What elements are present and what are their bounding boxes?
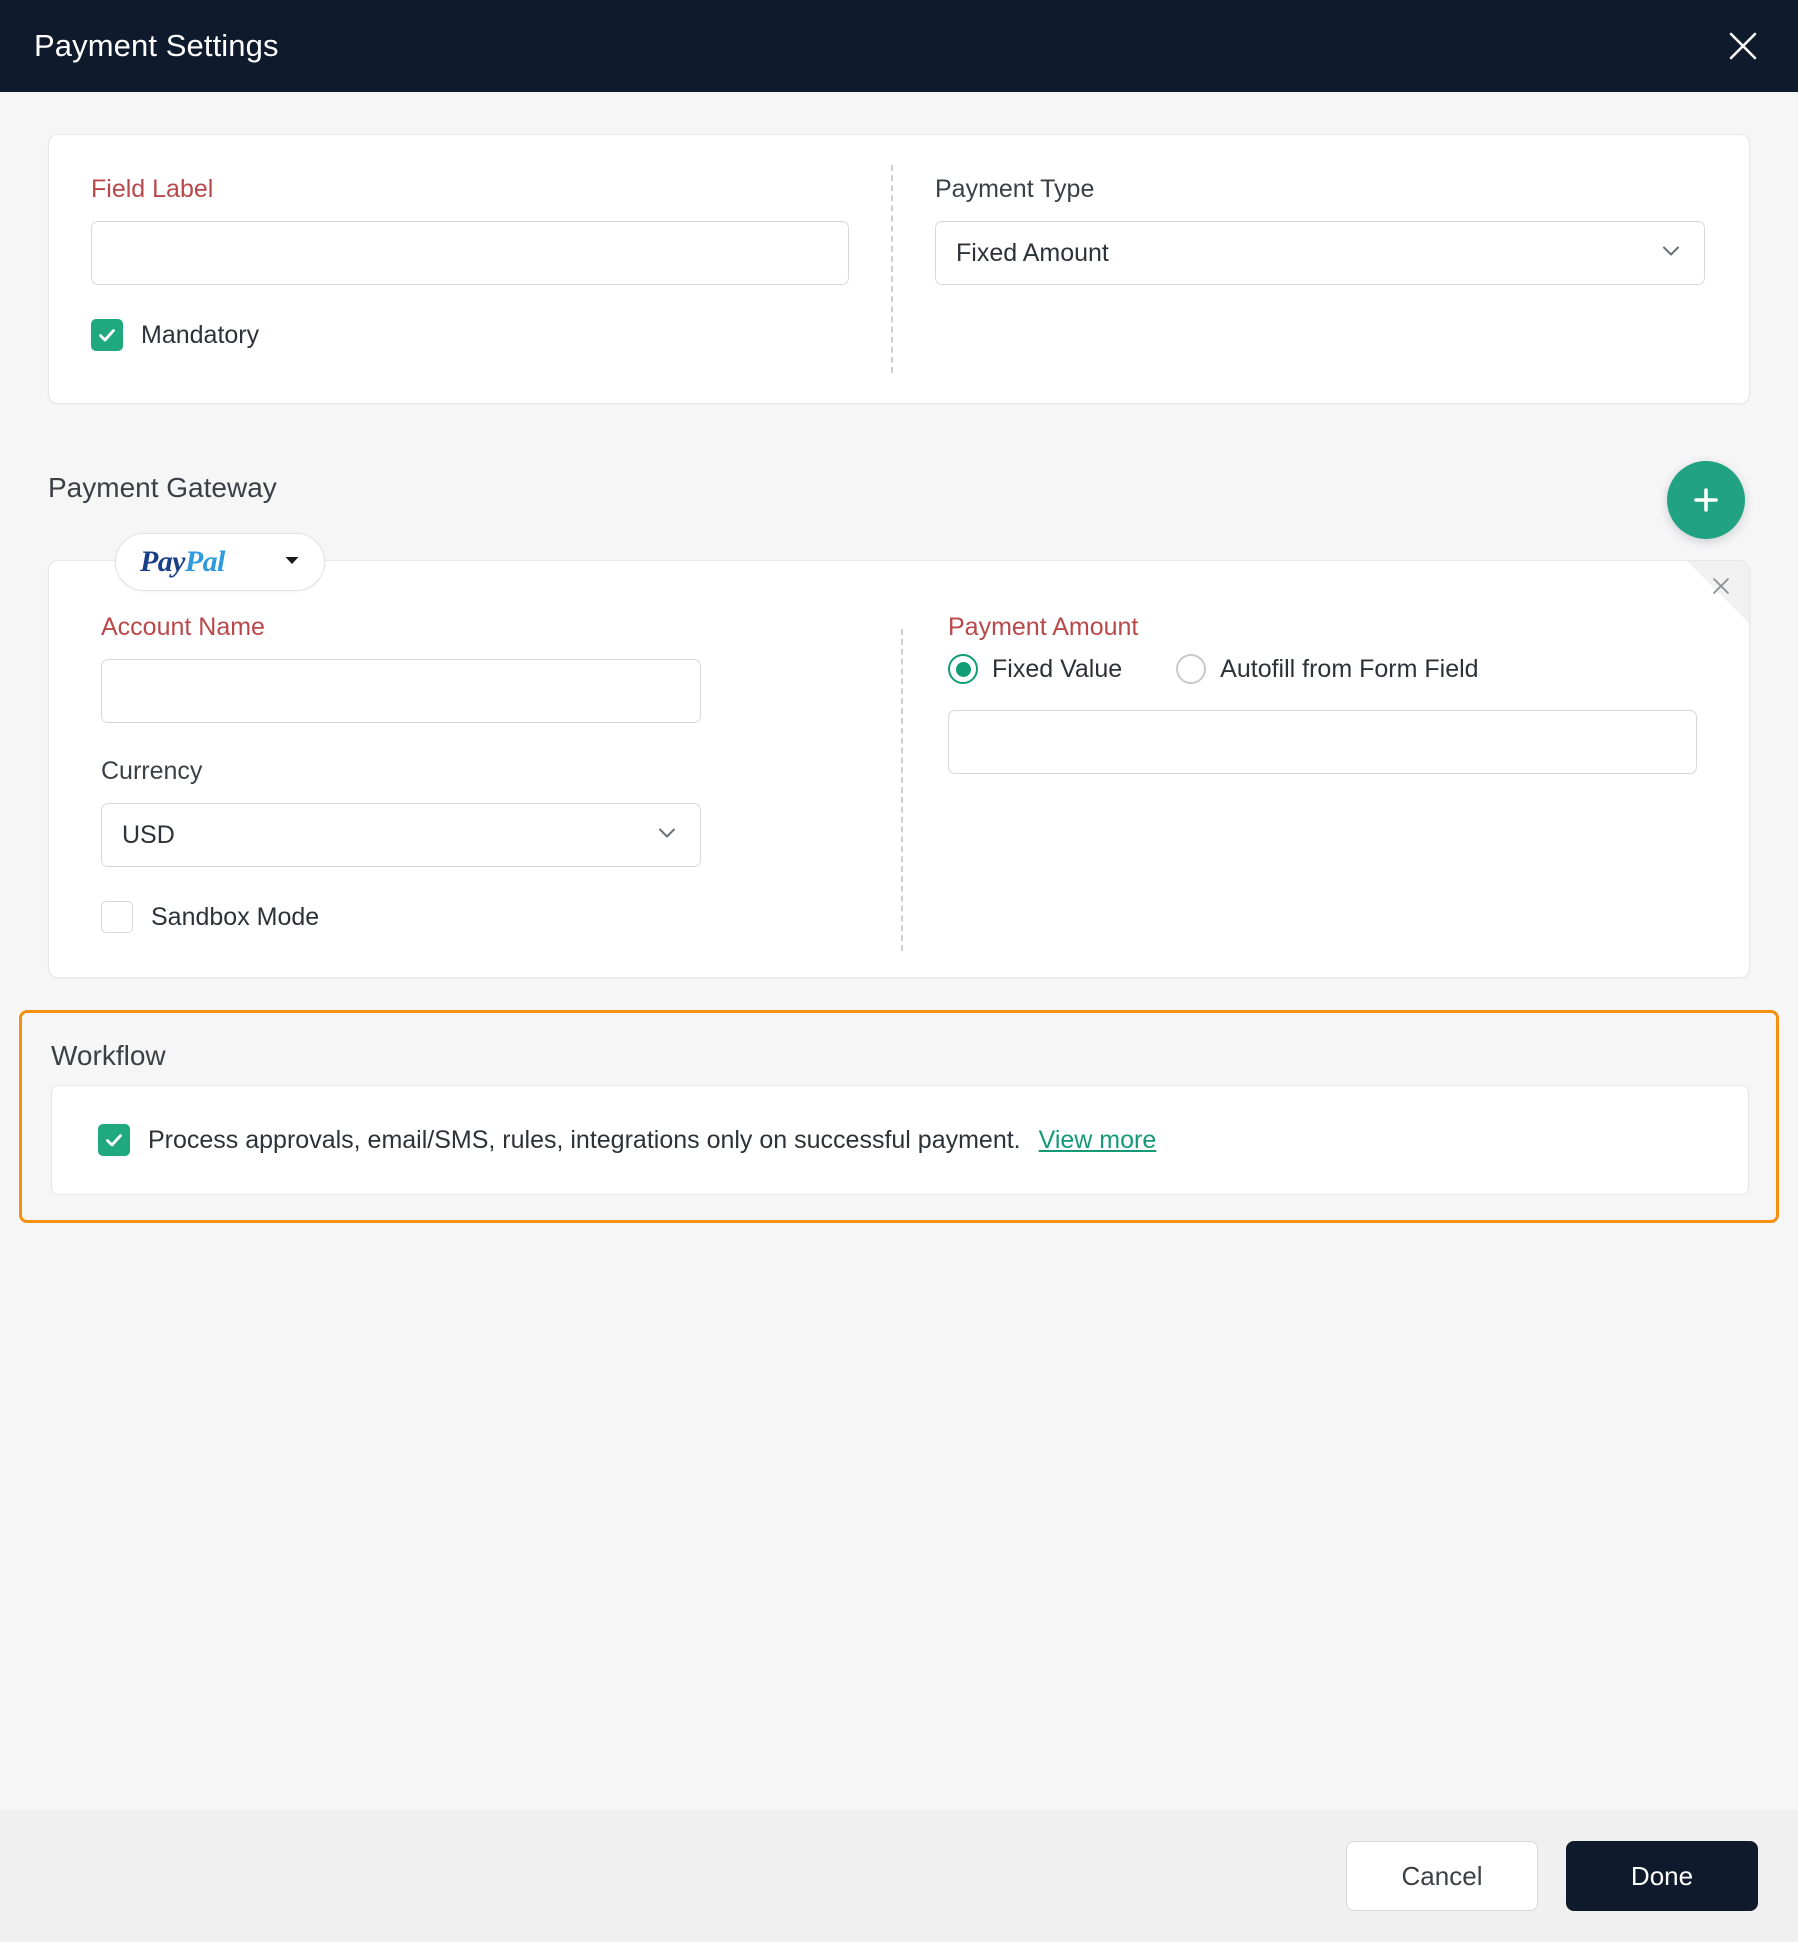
mandatory-label: Mandatory — [141, 320, 260, 349]
sandbox-mode-checkbox[interactable] — [101, 901, 133, 933]
radio-autofill-from-form-field[interactable] — [1176, 654, 1207, 684]
cancel-button[interactable]: Cancel — [1346, 1841, 1538, 1911]
workflow-view-more-link[interactable]: View more — [1039, 1126, 1157, 1155]
account-name-label: Account Name — [101, 613, 265, 641]
mandatory-checkbox-row[interactable]: Mandatory — [91, 319, 891, 351]
radio-autofill-label[interactable]: Autofill from Form Field — [1220, 655, 1478, 684]
paypal-logo-pal: Pal — [184, 545, 225, 578]
payment-amount-label: Payment Amount — [948, 613, 1139, 641]
paypal-logo-pay: Pay — [140, 545, 185, 578]
workflow-title: Workflow — [51, 1040, 166, 1071]
gateway-card-body: Account Name Currency USD Sandbox Mode P… — [49, 561, 1749, 977]
add-gateway-button[interactable] — [1667, 461, 1745, 539]
payment-type-value: Fixed Amount — [956, 238, 1109, 267]
paypal-logo: PayPal — [140, 545, 225, 579]
done-button[interactable]: Done — [1566, 1841, 1758, 1911]
radio-fixed-value[interactable] — [948, 654, 978, 684]
currency-label: Currency — [101, 757, 203, 785]
payment-type-column: Payment Type Fixed Amount — [893, 135, 1749, 403]
close-icon[interactable] — [1716, 19, 1770, 73]
page-title: Payment Settings — [34, 28, 279, 63]
currency-value: USD — [122, 820, 175, 849]
account-name-input[interactable] — [101, 659, 701, 723]
field-label-column: Field Label Mandatory — [49, 135, 891, 403]
dialog-footer: Cancel Done — [0, 1810, 1798, 1942]
dialog-titlebar: Payment Settings — [0, 0, 1798, 92]
chevron-down-icon — [654, 820, 680, 851]
payment-settings-dialog: Payment Settings Field Label Mandatory P… — [0, 0, 1798, 1942]
field-label-input[interactable] — [91, 221, 849, 285]
remove-gateway-icon[interactable] — [1707, 572, 1735, 600]
workflow-checkbox[interactable] — [98, 1124, 130, 1156]
gateway-right-column: Payment Amount Fixed Value Autofill from… — [903, 613, 1749, 977]
field-settings-card: Field Label Mandatory Payment Type Fixed… — [48, 134, 1750, 404]
payment-type-select[interactable]: Fixed Amount — [935, 221, 1705, 285]
payment-type-label: Payment Type — [935, 175, 1095, 203]
paypal-gateway-card: PayPal Account Name Currency USD Sandbox… — [48, 533, 1750, 978]
radio-fixed-value-label[interactable]: Fixed Value — [992, 655, 1122, 684]
sandbox-mode-label: Sandbox Mode — [151, 902, 320, 931]
payment-amount-radio-group: Fixed Value Autofill from Form Field — [948, 654, 1697, 684]
mandatory-checkbox[interactable] — [91, 319, 123, 351]
caret-down-icon — [282, 550, 302, 575]
workflow-section: Workflow Process approvals, email/SMS, r… — [19, 1010, 1779, 1223]
paypal-gateway-tab[interactable]: PayPal — [115, 533, 325, 591]
chevron-down-icon — [1658, 238, 1684, 269]
currency-select[interactable]: USD — [101, 803, 701, 867]
workflow-checkbox-text: Process approvals, email/SMS, rules, int… — [148, 1125, 1021, 1154]
sandbox-mode-checkbox-row[interactable]: Sandbox Mode — [101, 901, 901, 933]
dialog-body: Field Label Mandatory Payment Type Fixed… — [0, 92, 1798, 1810]
payment-gateway-heading: Payment Gateway — [48, 472, 277, 503]
gateway-left-column: Account Name Currency USD Sandbox Mode — [49, 613, 901, 977]
workflow-card: Process approvals, email/SMS, rules, int… — [51, 1085, 1749, 1195]
field-label-label: Field Label — [91, 175, 214, 203]
payment-amount-input[interactable] — [948, 710, 1697, 774]
